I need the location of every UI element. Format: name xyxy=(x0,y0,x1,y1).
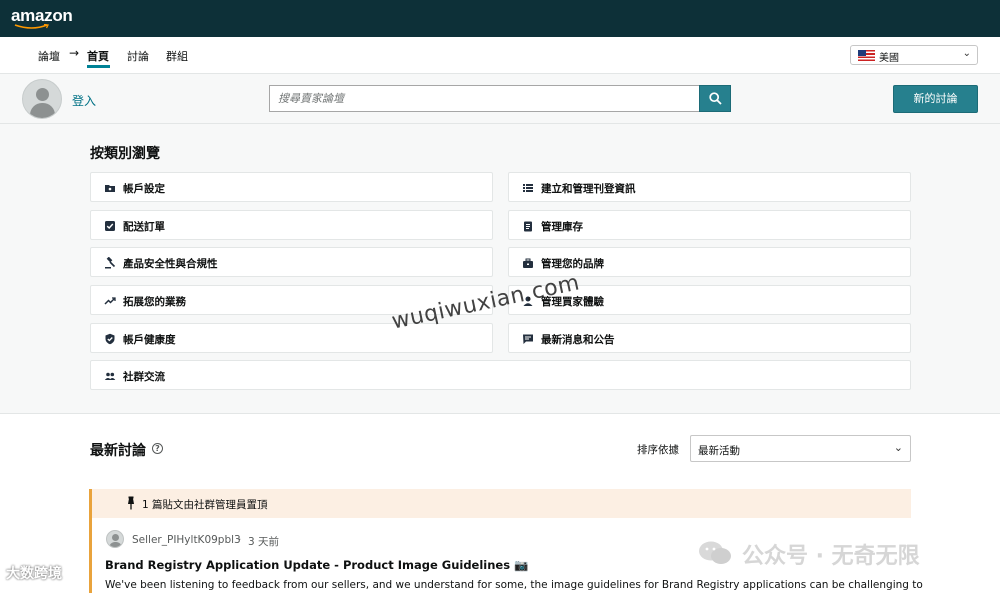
trending-up-icon xyxy=(104,297,116,305)
avatar[interactable] xyxy=(22,79,62,119)
pin-icon xyxy=(128,496,134,510)
list-icon xyxy=(523,184,533,192)
watermark-wechat: 公众号 · 无奇无限 xyxy=(742,544,920,569)
category-label: 管理您的品牌 xyxy=(541,258,604,270)
post-time: 3 天前 xyxy=(248,536,280,548)
category-news[interactable]: 最新消息和公告 xyxy=(508,323,911,353)
gavel-icon xyxy=(105,257,116,269)
category-label: 產品安全性與合規性 xyxy=(123,258,218,270)
category-label: 拓展您的業務 xyxy=(123,296,186,308)
avatar-body-icon xyxy=(30,103,55,118)
tab-home[interactable]: 首頁 xyxy=(87,48,109,64)
crumb-forums[interactable]: 論壇 xyxy=(38,48,60,64)
category-label: 最新消息和公告 xyxy=(541,334,615,346)
clipboard-icon xyxy=(524,221,532,232)
arrow-right-icon: → xyxy=(69,46,80,60)
category-label: 管理庫存 xyxy=(541,221,583,233)
category-inventory[interactable]: 管理庫存 xyxy=(508,210,911,240)
post-title[interactable]: Brand Registry Application Update - Prod… xyxy=(105,558,528,572)
sort-label: 排序依據 xyxy=(637,444,679,456)
us-flag-icon xyxy=(858,50,875,61)
pinned-text: 1 篇貼文由社群管理員置頂 xyxy=(142,499,268,511)
region-label: 美國 xyxy=(879,53,899,64)
tab-discussions[interactable]: 討論 xyxy=(127,48,149,64)
avatar-head-icon xyxy=(36,88,49,101)
chat-icon xyxy=(523,334,533,344)
browse-section: 按類別瀏覽 帳戶設定 建立和管理刊登資訊 配送訂單 管理庫存 產品安全性與合規性… xyxy=(0,124,1000,414)
category-account-settings[interactable]: 帳戶設定 xyxy=(90,172,493,202)
login-link[interactable]: 登入 xyxy=(72,92,96,109)
post-avatar xyxy=(106,530,124,548)
search-input[interactable]: 搜尋賣家論壇 xyxy=(269,85,699,112)
user-search-row: 登入 搜尋賣家論壇 新的討論 xyxy=(0,74,1000,124)
chevron-down-icon: ⌄ xyxy=(893,441,903,454)
folder-icon xyxy=(105,185,115,192)
chevron-down-icon: ⌄ xyxy=(962,48,971,59)
amazon-logo[interactable]: amazon xyxy=(11,6,73,26)
search-button[interactable] xyxy=(699,85,731,112)
post-excerpt: We've been listening to feedback from ou… xyxy=(105,579,923,591)
sort-select[interactable]: 最新活動 ⌄ xyxy=(690,435,911,462)
post-separator: · xyxy=(238,534,242,546)
people-icon xyxy=(104,372,116,380)
shield-check-icon xyxy=(105,333,115,345)
briefcase-icon xyxy=(523,258,533,268)
check-box-icon xyxy=(105,221,115,231)
tab-groups[interactable]: 群組 xyxy=(166,48,188,64)
top-bar: amazon xyxy=(0,0,1000,37)
search-icon xyxy=(709,92,722,105)
category-listings[interactable]: 建立和管理刊登資訊 xyxy=(508,172,911,202)
watermark-left: 大数跨境 xyxy=(6,566,62,582)
category-label: 建立和管理刊登資訊 xyxy=(541,183,636,195)
new-discussion-button[interactable]: 新的討論 xyxy=(893,85,978,113)
category-label: 社群交流 xyxy=(123,371,165,383)
category-label: 帳戶設定 xyxy=(123,183,165,195)
category-label: 帳戶健康度 xyxy=(123,334,176,346)
help-icon[interactable]: ? xyxy=(152,443,163,454)
active-tab-underline xyxy=(87,65,110,68)
category-community[interactable]: 社群交流 xyxy=(90,360,911,390)
post-author[interactable]: Seller_PIHyltK09pbl3 xyxy=(132,534,241,546)
category-label: 配送訂單 xyxy=(123,221,165,233)
browse-title: 按類別瀏覽 xyxy=(90,146,160,162)
wechat-icon xyxy=(699,541,731,564)
amazon-smile-icon xyxy=(14,24,49,29)
category-account-health[interactable]: 帳戶健康度 xyxy=(90,323,493,353)
category-fulfill-orders[interactable]: 配送訂單 xyxy=(90,210,493,240)
pinned-banner[interactable]: 1 篇貼文由社群管理員置頂 xyxy=(89,489,911,518)
category-product-safety[interactable]: 產品安全性與合規性 xyxy=(90,247,493,277)
latest-discussions-title: 最新討論 xyxy=(90,443,146,459)
region-select[interactable]: 美國 ⌄ xyxy=(850,45,978,65)
sort-value: 最新活動 xyxy=(698,445,740,457)
